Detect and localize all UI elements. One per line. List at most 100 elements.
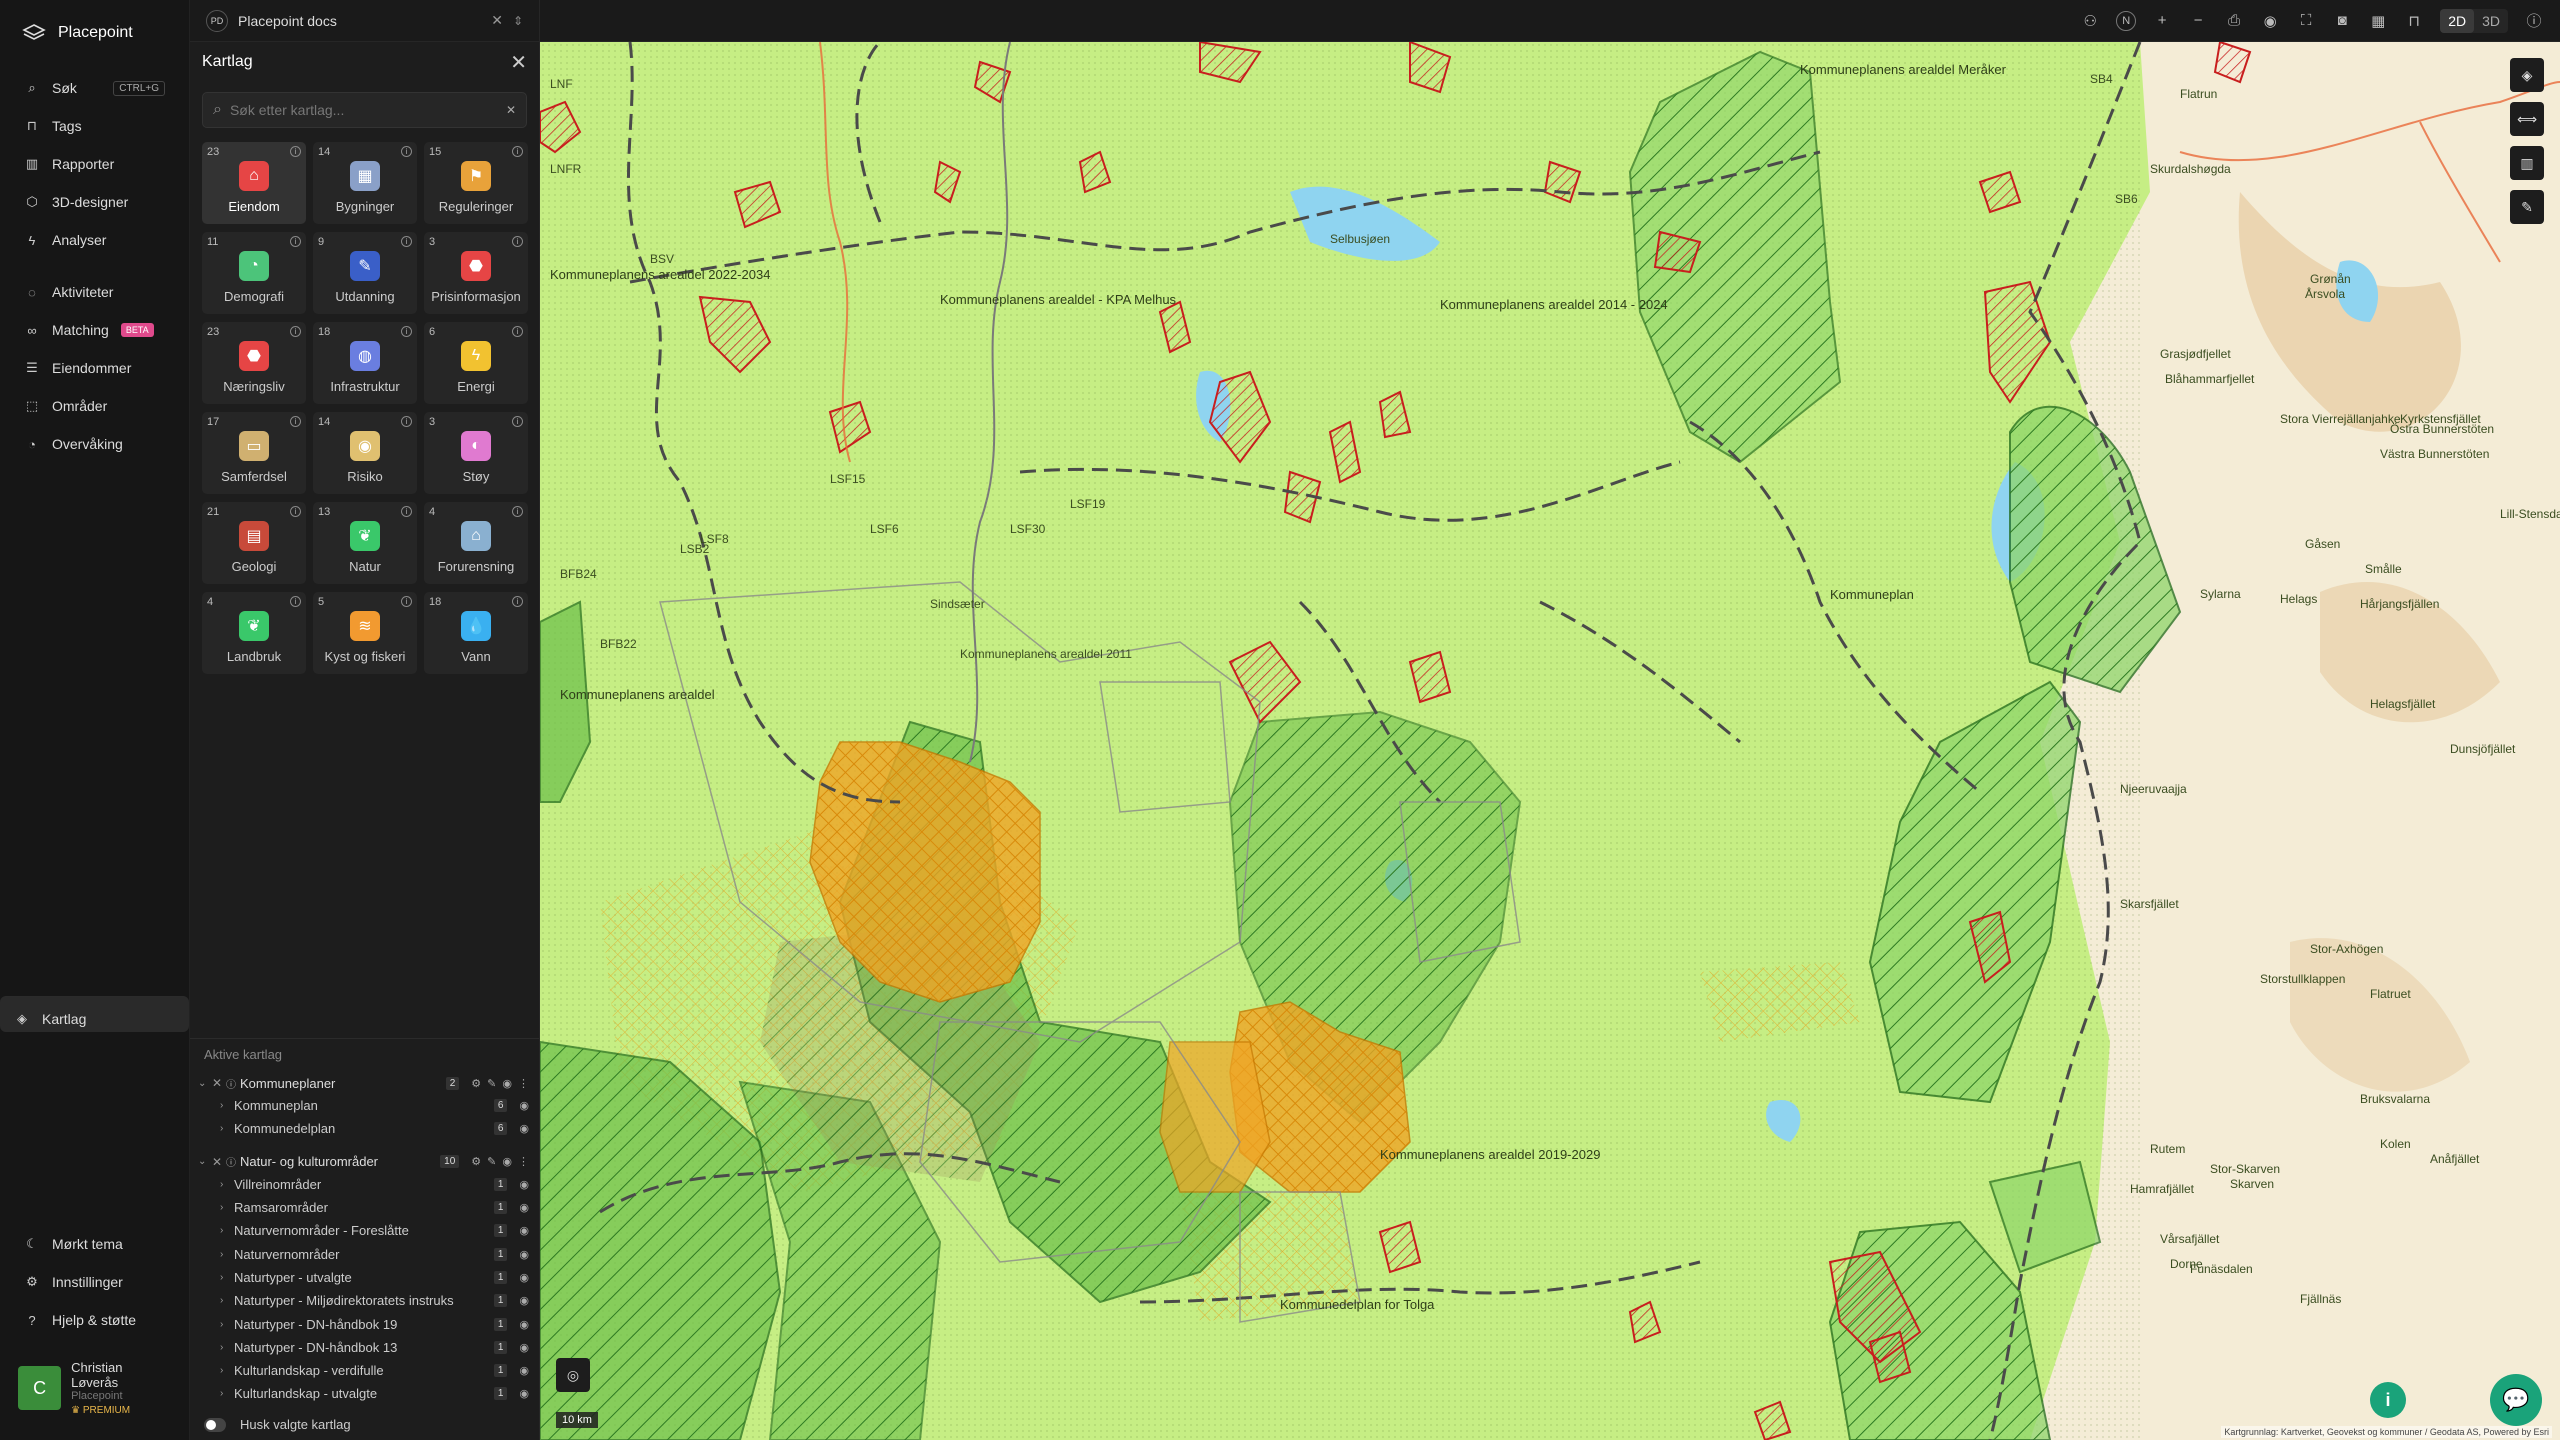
info-icon[interactable]: i <box>401 326 412 337</box>
category-tile-reguleringer[interactable]: 15 i ⚑ Reguleringer <box>424 142 528 224</box>
chevron-updown-icon[interactable]: ⇕ <box>513 14 523 28</box>
layer-group-header[interactable]: ⌄ ✕ ⓘ Natur- og kulturområder 10 ⚙ ✎ ◉ ⋮ <box>190 1151 539 1173</box>
chevron-right-icon[interactable]: › <box>220 1272 234 1283</box>
chevron-right-icon[interactable]: › <box>220 1365 234 1376</box>
info-icon[interactable]: i <box>512 416 523 427</box>
close-icon[interactable]: ✕ <box>212 1155 226 1169</box>
eye-icon[interactable]: ◉ <box>519 1099 529 1112</box>
chevron-right-icon[interactable]: › <box>220 1319 234 1330</box>
layer-search-input[interactable] <box>229 102 498 118</box>
category-tile-landbruk[interactable]: 4 i ❦ Landbruk <box>202 592 306 674</box>
category-tile-utdanning[interactable]: 9 i ✎ Utdanning <box>313 232 417 314</box>
edit-icon[interactable]: ✎ <box>487 1077 496 1090</box>
users-icon[interactable]: ⚇ <box>2080 12 2100 30</box>
layer-row[interactable]: › Kommuneplan 6 ◉ <box>190 1094 539 1117</box>
category-tile-støy[interactable]: 3 i ◐ Støy <box>424 412 528 494</box>
brand[interactable]: Placepoint <box>0 0 189 66</box>
info-icon[interactable]: i <box>401 146 412 157</box>
layer-row[interactable]: › Naturtyper - DN-håndbok 19 1 ◉ <box>190 1312 539 1335</box>
nav-item-settings[interactable]: ⚙ Innstillinger <box>10 1264 179 1300</box>
zoom-out-icon[interactable]: − <box>2188 12 2208 29</box>
category-tile-demografi[interactable]: 11 i ◔ Demografi <box>202 232 306 314</box>
nav-item-analyses[interactable]: ϟ Analyser <box>10 222 179 258</box>
category-tile-eiendom[interactable]: 23 i ⌂ Eiendom <box>202 142 306 224</box>
close-icon[interactable]: ✕ <box>212 1076 226 1090</box>
category-tile-vann[interactable]: 18 i 💧 Vann <box>424 592 528 674</box>
info-icon[interactable]: i <box>290 326 301 337</box>
eye-icon[interactable]: ◉ <box>519 1122 529 1135</box>
chevron-down-icon[interactable]: ⌄ <box>198 1156 212 1167</box>
layer-row[interactable]: › Naturtyper - DN-håndbok 13 1 ◉ <box>190 1336 539 1359</box>
chevron-right-icon[interactable]: › <box>220 1342 234 1353</box>
category-tile-geologi[interactable]: 21 i ▤ Geologi <box>202 502 306 584</box>
info-icon[interactable]: i <box>512 506 523 517</box>
eye-icon[interactable]: ◉ <box>519 1294 529 1307</box>
close-icon[interactable]: ✕ <box>491 12 503 29</box>
more-icon[interactable]: ⋮ <box>518 1155 529 1168</box>
info-icon[interactable]: i <box>290 506 301 517</box>
nav-item-reports[interactable]: ▥ Rapporter <box>10 146 179 182</box>
category-tile-forurensning[interactable]: 4 i ⌂ Forurensning <box>424 502 528 584</box>
close-icon[interactable]: ✕ <box>510 50 527 75</box>
print-icon[interactable]: ⎙ <box>2224 12 2244 29</box>
layer-row[interactable]: › Naturtyper - utvalgte 1 ◉ <box>190 1266 539 1289</box>
eye-icon[interactable]: ◉ <box>519 1201 529 1214</box>
layer-row[interactable]: › Naturtyper - Miljødirektoratets instruk… <box>190 1289 539 1312</box>
chevron-right-icon[interactable]: › <box>220 1225 234 1236</box>
grid-icon[interactable]: ▦ <box>2368 12 2388 30</box>
workspace-selector[interactable]: PD Placepoint docs ✕ ⇕ <box>190 0 540 42</box>
info-icon[interactable]: ⓘ <box>226 1076 240 1091</box>
zoom-in-icon[interactable]: + <box>2152 12 2172 29</box>
draw-icon[interactable]: ✎ <box>2510 190 2544 224</box>
nav-item-activities[interactable]: ◌ Aktiviteter <box>10 274 179 310</box>
eye-icon[interactable]: ◉ <box>519 1224 529 1237</box>
eye-icon[interactable]: ◉ <box>2260 12 2280 30</box>
info-icon[interactable]: ⓘ <box>2524 10 2544 31</box>
chat-button[interactable]: 💬 <box>2490 1374 2542 1426</box>
layer-row[interactable]: › Naturvernområder - Foreslåtte 1 ◉ <box>190 1219 539 1242</box>
nav-item-dark-theme[interactable]: ☾ Mørkt tema <box>10 1226 179 1262</box>
mode-2d-button[interactable]: 2D <box>2440 8 2475 33</box>
nav-item-help[interactable]: ? Hjelp & støtte <box>10 1302 179 1338</box>
category-tile-prisinformasjon[interactable]: 3 i ⬣ Prisinformasjon <box>424 232 528 314</box>
nav-item-properties[interactable]: ☰ Eiendommer <box>10 350 179 386</box>
chevron-right-icon[interactable]: › <box>220 1179 234 1190</box>
measure-icon[interactable]: ⟺ <box>2510 102 2544 136</box>
info-icon[interactable]: i <box>290 416 301 427</box>
category-tile-kyst-og-fiskeri[interactable]: 5 i ≋ Kyst og fiskeri <box>313 592 417 674</box>
eye-icon[interactable]: ◉ <box>519 1318 529 1331</box>
info-icon[interactable]: i <box>290 236 301 247</box>
info-icon[interactable]: i <box>2370 1382 2406 1418</box>
nav-item-areas[interactable]: ⬚ Områder <box>10 388 179 424</box>
bookmark-icon[interactable]: ⊓ <box>2404 12 2424 30</box>
layer-row[interactable]: › Kulturlandskap - utvalgte 1 ◉ <box>190 1382 539 1405</box>
layer-row[interactable]: › Kulturlandskap - verdifulle 1 ◉ <box>190 1359 539 1382</box>
info-icon[interactable]: i <box>512 236 523 247</box>
chevron-right-icon[interactable]: › <box>220 1123 234 1134</box>
eye-icon[interactable]: ◉ <box>519 1364 529 1377</box>
compass-icon[interactable]: N <box>2116 10 2137 31</box>
nav-item-3d-designer[interactable]: ⬡ 3D-designer <box>10 184 179 220</box>
camera-icon[interactable]: ◙ <box>2332 12 2352 29</box>
filter-icon[interactable]: ⚙ <box>471 1077 481 1090</box>
nav-item-search[interactable]: ⌕ Søk CTRL+G <box>10 70 179 106</box>
category-tile-samferdsel[interactable]: 17 i ▭ Samferdsel <box>202 412 306 494</box>
nav-item-tags[interactable]: ⊓ Tags <box>10 108 179 144</box>
eye-icon[interactable]: ◉ <box>519 1271 529 1284</box>
chevron-right-icon[interactable]: › <box>220 1249 234 1260</box>
chevron-right-icon[interactable]: › <box>220 1295 234 1306</box>
eye-icon[interactable]: ◉ <box>519 1178 529 1191</box>
chevron-down-icon[interactable]: ⌄ <box>198 1078 212 1089</box>
fullscreen-icon[interactable]: ⛶ <box>2296 12 2316 29</box>
category-tile-energi[interactable]: 6 i ϟ Energi <box>424 322 528 404</box>
info-icon[interactable]: i <box>401 416 412 427</box>
info-icon[interactable]: ⓘ <box>226 1154 240 1169</box>
mode-3d-button[interactable]: 3D <box>2474 9 2508 33</box>
chevron-right-icon[interactable]: › <box>220 1388 234 1399</box>
layer-row[interactable]: › Ramsarområder 1 ◉ <box>190 1196 539 1219</box>
category-tile-næringsliv[interactable]: 23 i ⬣ Næringsliv <box>202 322 306 404</box>
more-icon[interactable]: ⋮ <box>518 1077 529 1090</box>
info-icon[interactable]: i <box>512 326 523 337</box>
layers-control-icon[interactable]: ◈ <box>2510 58 2544 92</box>
eye-icon[interactable]: ◉ <box>519 1341 529 1354</box>
